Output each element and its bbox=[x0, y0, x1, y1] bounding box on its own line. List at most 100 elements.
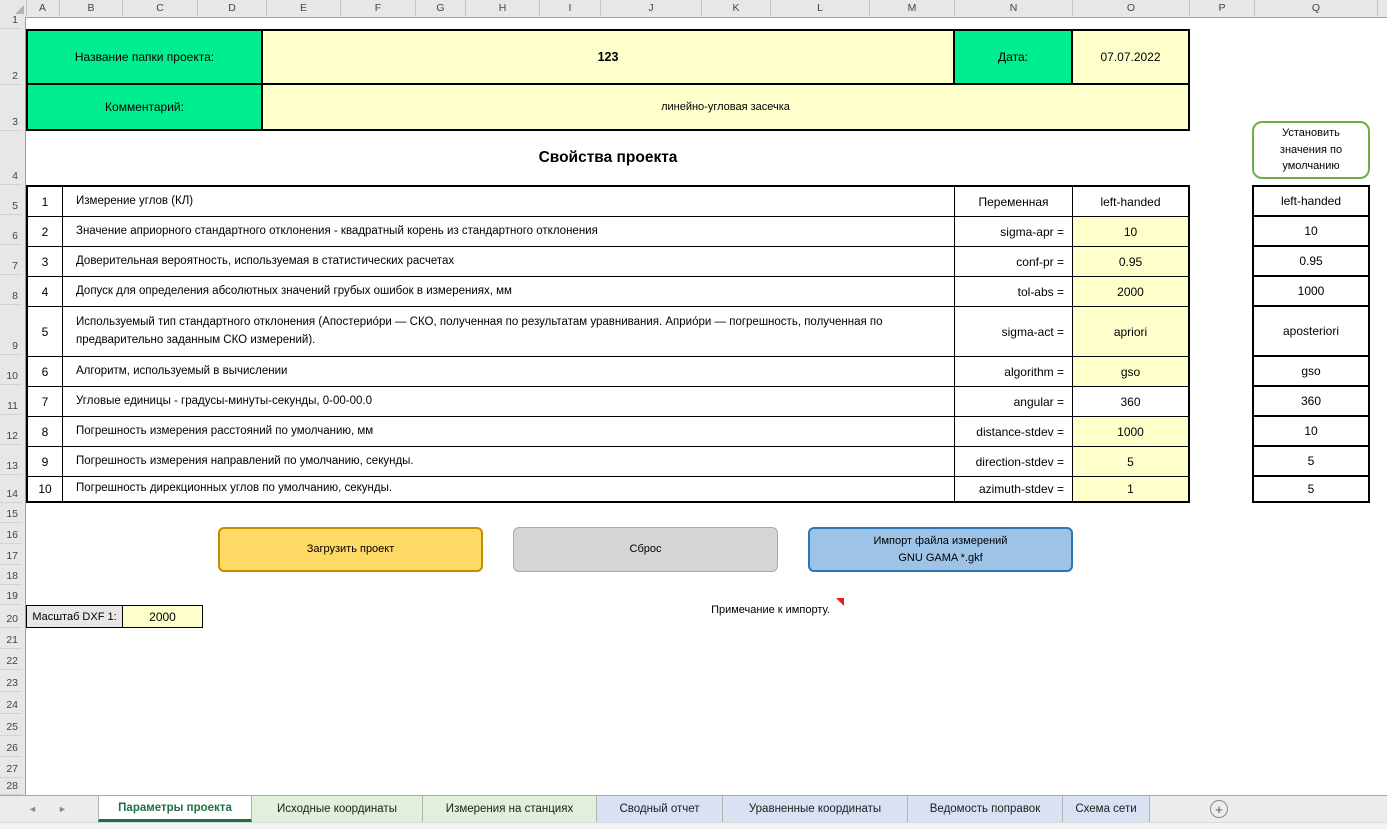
row-header-9[interactable]: 9 bbox=[0, 305, 22, 355]
column-header-L[interactable]: L bbox=[771, 0, 870, 16]
row-header-6[interactable]: 6 bbox=[0, 215, 22, 245]
default-value-2: 10 bbox=[1254, 217, 1368, 247]
column-header-O[interactable]: O bbox=[1073, 0, 1190, 16]
column-header-G[interactable]: G bbox=[416, 0, 466, 16]
property-description-3: Доверительная вероятность, используемая … bbox=[63, 247, 955, 277]
property-row-number-3: 3 bbox=[28, 247, 63, 277]
default-values-table: left-handed100.951000aposteriorigso36010… bbox=[1252, 185, 1370, 503]
column-header-H[interactable]: H bbox=[466, 0, 540, 16]
comment-value-cell[interactable]: линейно-угловая засечка bbox=[263, 85, 1190, 131]
column-header-D[interactable]: D bbox=[198, 0, 267, 16]
property-variable-4: tol-abs = bbox=[955, 277, 1073, 307]
default-value-10: 5 bbox=[1254, 477, 1368, 501]
row-header-2[interactable]: 2 bbox=[0, 29, 22, 85]
property-row-number-9: 9 bbox=[28, 447, 63, 477]
date-value-cell[interactable]: 07.07.2022 bbox=[1073, 29, 1190, 85]
row-header-1[interactable]: 1 bbox=[0, 17, 22, 29]
column-header-C[interactable]: C bbox=[123, 0, 198, 16]
row-header-23[interactable]: 23 bbox=[0, 670, 22, 692]
sheet-tab-2[interactable]: Исходные координаты bbox=[252, 796, 423, 822]
property-value-8[interactable]: 1000 bbox=[1073, 417, 1188, 447]
row-header-18[interactable]: 18 bbox=[0, 565, 22, 585]
reset-label: Сброс bbox=[630, 541, 662, 558]
property-value-6[interactable]: gso bbox=[1073, 357, 1188, 387]
row-header-4[interactable]: 4 bbox=[0, 131, 22, 185]
row-header-3[interactable]: 3 bbox=[0, 85, 22, 131]
row-header-17[interactable]: 17 bbox=[0, 544, 22, 565]
column-header-J[interactable]: J bbox=[601, 0, 702, 16]
property-value-5[interactable]: apriori bbox=[1073, 307, 1188, 357]
sheet-tab-3[interactable]: Измерения на станциях bbox=[423, 796, 597, 822]
row-header-8[interactable]: 8 bbox=[0, 275, 22, 305]
reset-button[interactable]: Сброс bbox=[513, 527, 778, 572]
property-description-9: Погрешность измерения направлений по умо… bbox=[63, 447, 955, 477]
column-header-M[interactable]: M bbox=[870, 0, 955, 16]
row-header-14[interactable]: 14 bbox=[0, 475, 22, 503]
column-header-I[interactable]: I bbox=[540, 0, 601, 16]
property-value-7[interactable]: 360 bbox=[1073, 387, 1188, 417]
row-header-21[interactable]: 21 bbox=[0, 628, 22, 649]
select-all-corner[interactable] bbox=[0, 0, 27, 16]
row-header-19[interactable]: 19 bbox=[0, 585, 22, 605]
property-description-2: Значение априорного стандартного отклоне… bbox=[63, 217, 955, 247]
column-header-E[interactable]: E bbox=[267, 0, 341, 16]
sheet-tab-7[interactable]: Схема сети bbox=[1063, 796, 1150, 822]
import-note-text: Примечание к импорту. bbox=[688, 604, 853, 616]
property-row-number-4: 4 bbox=[28, 277, 63, 307]
property-description-7: Угловые единицы - градусы-минуты-секунды… bbox=[63, 387, 955, 417]
dxf-scale-value-cell[interactable]: 2000 bbox=[122, 605, 203, 628]
tab-scroll-left-icon[interactable]: ◄ bbox=[28, 796, 37, 822]
row-header-10[interactable]: 10 bbox=[0, 355, 22, 385]
property-description-5: Используемый тип стандартного отклонения… bbox=[63, 307, 955, 357]
project-folder-value-cell[interactable]: 123 bbox=[263, 29, 955, 85]
column-header-K[interactable]: K bbox=[702, 0, 771, 16]
column-header-P[interactable]: P bbox=[1190, 0, 1255, 16]
property-value-3[interactable]: 0.95 bbox=[1073, 247, 1188, 277]
tab-scroll-right-icon[interactable]: ► bbox=[58, 796, 67, 822]
load-project-label: Загрузить проект bbox=[307, 541, 395, 558]
add-sheet-button[interactable]: + bbox=[1210, 800, 1228, 818]
sheet-tab-4[interactable]: Сводный отчет bbox=[597, 796, 723, 822]
comment-label-cell: Комментарий: bbox=[26, 85, 263, 131]
row-header-22[interactable]: 22 bbox=[0, 649, 22, 670]
row-header-25[interactable]: 25 bbox=[0, 714, 22, 736]
property-row-number-1: 1 bbox=[28, 187, 63, 217]
row-header-20[interactable]: 20 bbox=[0, 605, 22, 628]
property-variable-8: distance-stdev = bbox=[955, 417, 1073, 447]
sheet-tab-1[interactable]: Параметры проекта bbox=[98, 796, 252, 822]
sheet-tab-6[interactable]: Ведомость поправок bbox=[908, 796, 1063, 822]
default-value-5: aposteriori bbox=[1254, 307, 1368, 357]
import-measurements-button[interactable]: Импорт файла измерений GNU GAMA *.gkf bbox=[808, 527, 1073, 572]
column-header-A[interactable]: A bbox=[26, 0, 60, 16]
row-header-13[interactable]: 13 bbox=[0, 445, 22, 475]
row-header-16[interactable]: 16 bbox=[0, 523, 22, 544]
column-header-N[interactable]: N bbox=[955, 0, 1073, 16]
row-header-5[interactable]: 5 bbox=[0, 185, 22, 215]
row-header-11[interactable]: 11 bbox=[0, 385, 22, 415]
property-value-10[interactable]: 1 bbox=[1073, 477, 1188, 501]
load-project-button[interactable]: Загрузить проект bbox=[218, 527, 483, 572]
row-headers: 1234567891011121314151617181920212223242… bbox=[0, 17, 26, 795]
property-value-9[interactable]: 5 bbox=[1073, 447, 1188, 477]
default-value-9: 5 bbox=[1254, 447, 1368, 477]
column-header-Q[interactable]: Q bbox=[1255, 0, 1378, 16]
row-header-28[interactable]: 28 bbox=[0, 778, 22, 795]
default-value-4: 1000 bbox=[1254, 277, 1368, 307]
property-value-1[interactable]: left-handed bbox=[1073, 187, 1188, 217]
row-header-12[interactable]: 12 bbox=[0, 415, 22, 445]
column-header-F[interactable]: F bbox=[341, 0, 416, 16]
row-header-26[interactable]: 26 bbox=[0, 736, 22, 757]
row-header-7[interactable]: 7 bbox=[0, 245, 22, 275]
row-header-27[interactable]: 27 bbox=[0, 757, 22, 778]
set-defaults-button[interactable]: Установить значения по умолчанию bbox=[1252, 121, 1370, 179]
sheet-tab-5[interactable]: Уравненные координаты bbox=[723, 796, 908, 822]
property-description-4: Допуск для определения абсолютных значен… bbox=[63, 277, 955, 307]
property-value-2[interactable]: 10 bbox=[1073, 217, 1188, 247]
row-header-24[interactable]: 24 bbox=[0, 692, 22, 714]
property-variable-1: Переменная bbox=[955, 187, 1073, 217]
row-header-15[interactable]: 15 bbox=[0, 503, 22, 523]
property-row-number-6: 6 bbox=[28, 357, 63, 387]
property-variable-9: direction-stdev = bbox=[955, 447, 1073, 477]
column-header-B[interactable]: B bbox=[60, 0, 123, 16]
property-value-4[interactable]: 2000 bbox=[1073, 277, 1188, 307]
